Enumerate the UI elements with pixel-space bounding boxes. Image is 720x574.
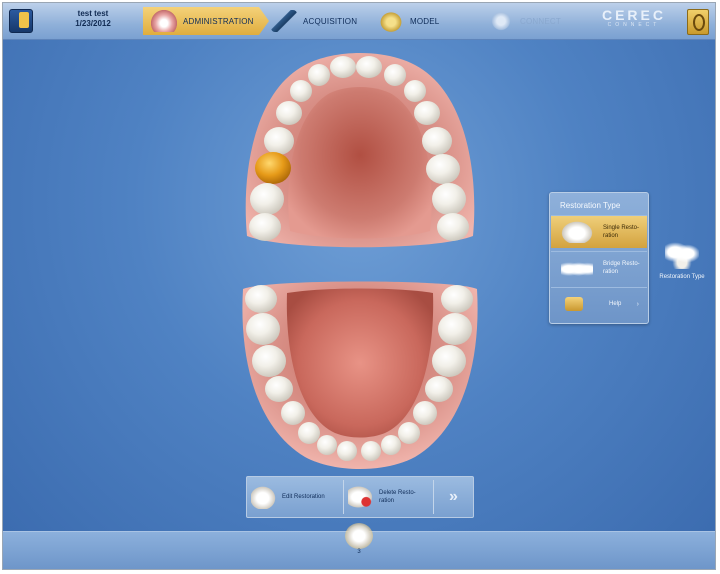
chevron-right-icon: ›	[636, 300, 639, 308]
option-label: Bridge Resto-ration	[603, 261, 640, 275]
edit-restoration-button[interactable]: Edit Restoration	[251, 480, 339, 514]
selected-tooth-thumbnail[interactable]	[345, 523, 373, 549]
restoration-type-panel: Restoration Type Single Resto-ration Bri…	[549, 192, 649, 324]
model-icon	[378, 10, 404, 32]
app-window: test test 1/23/2012 ADMINISTRATION ACQUI…	[2, 2, 716, 570]
option-label: Help	[609, 301, 622, 307]
delete-restoration-button[interactable]: Delete Resto-ration	[343, 480, 434, 514]
connect-icon	[488, 10, 514, 32]
step-label: ADMINISTRATION	[183, 16, 254, 26]
step-label: MODEL	[410, 16, 440, 26]
help-option[interactable]: Help ›	[551, 287, 647, 320]
single-restoration-option[interactable]: Single Resto-ration	[551, 215, 647, 248]
delete-tooth-icon	[348, 485, 374, 509]
sirona-logo-icon[interactable]	[687, 9, 709, 35]
step-administration[interactable]: ADMINISTRATION	[143, 7, 269, 35]
brand-logo: CEREC	[601, 7, 666, 23]
top-navigation-bar: test test 1/23/2012 ADMINISTRATION ACQUI…	[3, 3, 715, 40]
single-tooth-icon	[561, 221, 593, 243]
selected-tooth-number: 3	[357, 549, 361, 555]
bridge-icon	[561, 257, 593, 279]
mouth-icon	[151, 10, 177, 32]
help-icon	[565, 297, 583, 311]
step-connect[interactable]: CONNECT	[488, 7, 578, 35]
upper-jaw	[245, 53, 475, 248]
next-step-button[interactable]: »	[433, 480, 470, 514]
step-acquisition[interactable]: ACQUISITION	[271, 7, 371, 35]
patient-info: test test 1/23/2012	[63, 9, 123, 29]
step-label: CONNECT	[520, 16, 561, 26]
lower-jaw	[242, 281, 478, 469]
brand-subtitle: CONNECT	[607, 22, 661, 28]
bridge-icon	[665, 241, 699, 269]
app-logo-icon[interactable]	[9, 9, 33, 33]
panel-title: Restoration Type	[560, 201, 621, 210]
step-model[interactable]: MODEL	[378, 7, 458, 35]
patient-name: test test	[77, 9, 109, 18]
restoration-type-shortcut[interactable]: Restoration Type	[659, 241, 705, 281]
step-label: ACQUISITION	[303, 16, 358, 26]
patient-date: 1/23/2012	[75, 19, 111, 28]
shortcut-label: Restoration Type	[659, 274, 705, 280]
button-label: Edit Restoration	[282, 494, 325, 500]
double-chevron-right-icon: »	[449, 488, 458, 505]
bridge-restoration-option[interactable]: Bridge Resto-ration	[551, 251, 647, 284]
edit-tooth-icon	[251, 485, 277, 509]
camera-wand-icon	[271, 10, 297, 32]
restoration-toolbar: Edit Restoration Delete Resto-ration »	[246, 476, 474, 518]
button-label: Delete Resto-ration	[379, 490, 416, 504]
option-label: Single Resto-ration	[603, 225, 640, 239]
